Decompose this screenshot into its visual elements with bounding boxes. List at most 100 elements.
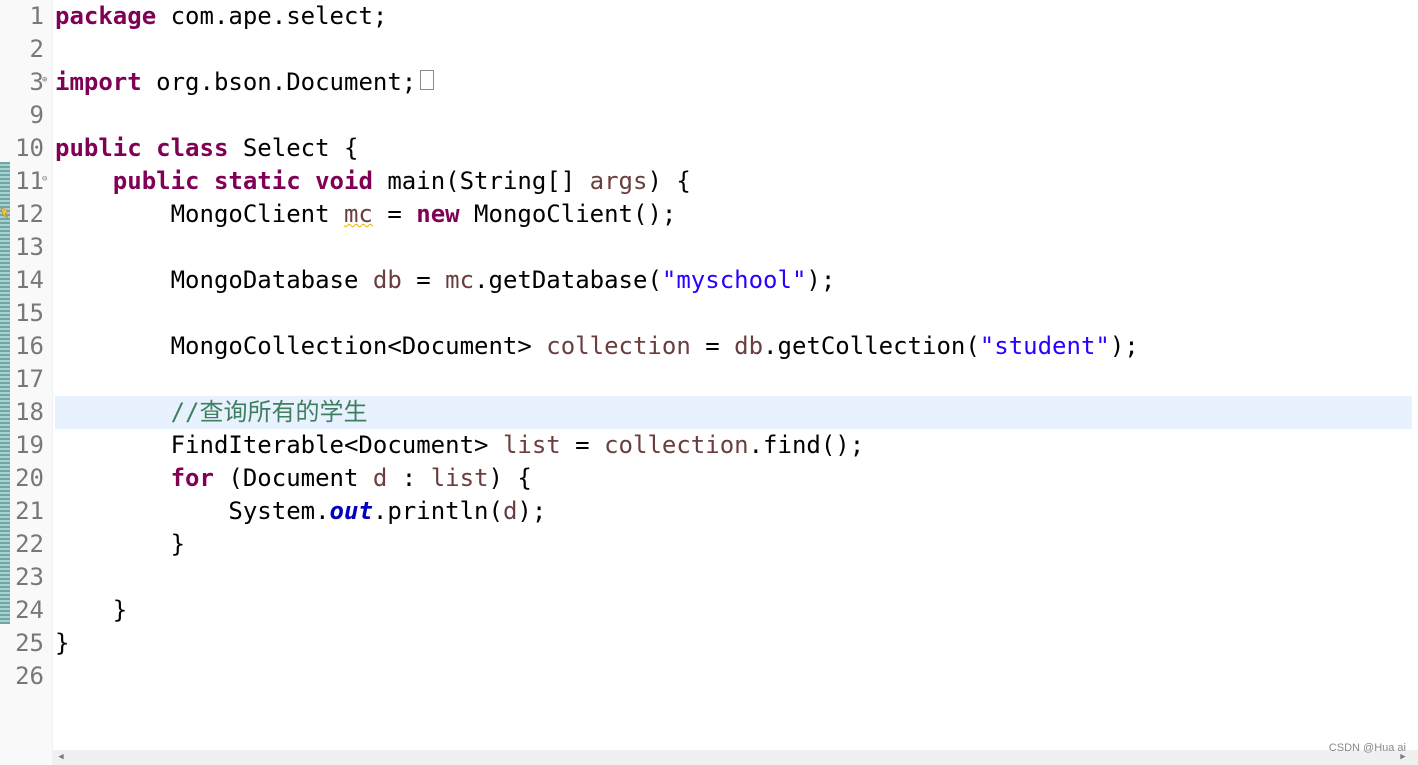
line-number: 3 (29, 68, 44, 96)
variable-token: d (372, 464, 388, 492)
code-line[interactable]: 24 } (0, 594, 1412, 627)
line-number: 9 (29, 101, 44, 129)
line-number: 19 (15, 431, 44, 459)
plain-token: = (560, 431, 605, 459)
code-line[interactable]: 16 MongoCollection<Document> collection … (0, 330, 1412, 363)
plain-token: ); (517, 497, 547, 525)
comment-token: //查询所有的学生 (170, 398, 368, 426)
line-code[interactable]: MongoClient mc = new MongoClient(); (55, 198, 677, 231)
variable-token: collection (546, 332, 691, 360)
line-code[interactable]: } (55, 528, 185, 561)
variable-token: d (502, 497, 518, 525)
line-code[interactable]: } (55, 594, 127, 627)
code-line[interactable]: 12 MongoClient mc = new MongoClient(); (0, 198, 1412, 231)
plain-token: = (372, 200, 417, 228)
variable-token: mc (445, 266, 475, 294)
line-number: 23 (15, 563, 44, 591)
code-line[interactable]: 15 (0, 297, 1412, 330)
line-code[interactable]: import org.bson.Document; (55, 66, 435, 99)
current-code-line[interactable]: 18 //查询所有的学生 (0, 396, 1412, 429)
line-code[interactable]: System.out.println(d); (55, 495, 546, 528)
plain-token: } (112, 596, 128, 624)
keyword-token: package (55, 2, 157, 30)
plain-token: .println( (372, 497, 503, 525)
line-code[interactable]: //查询所有的学生 (55, 396, 368, 429)
watermark: CSDN @Hua ai (1328, 742, 1406, 754)
plain-token: org.bson.Document; (141, 68, 417, 96)
plain-token: MongoClient (170, 200, 344, 228)
line-number: 16 (15, 332, 44, 360)
code-line[interactable]: 13 (0, 231, 1412, 264)
variable-token: list (430, 464, 489, 492)
plain-token: .getCollection( (763, 332, 980, 360)
variable-token: list (502, 431, 561, 459)
plain-token: } (170, 530, 186, 558)
string-token: "myschool" (661, 266, 807, 294)
code-line[interactable]: 1 package com.ape.select; (0, 0, 1412, 33)
field-token: out (329, 497, 373, 525)
scroll-left-icon[interactable]: ◀ (54, 752, 68, 763)
code-line[interactable]: 2 (0, 33, 1412, 66)
plain-token: ) { (488, 464, 532, 492)
line-number: 26 (15, 662, 44, 690)
variable-token: args (589, 167, 648, 195)
string-token: "student" (979, 332, 1110, 360)
line-code[interactable]: package com.ape.select; (55, 0, 387, 33)
plain-token: ); (806, 266, 836, 294)
variable-token: db (372, 266, 402, 294)
line-code[interactable]: } (55, 627, 69, 660)
keyword-token: import (55, 68, 142, 96)
code-editor[interactable]: 1 package com.ape.select; 2 3 ⊕ import o… (0, 0, 1412, 750)
line-code[interactable]: for (Document d : list) { (55, 462, 532, 495)
line-number: 12 (15, 200, 44, 228)
code-line[interactable]: 20 for (Document d : list) { (0, 462, 1412, 495)
code-line[interactable]: 22 } (0, 528, 1412, 561)
plain-token: ); (1109, 332, 1139, 360)
collapsed-imports-icon[interactable] (420, 70, 435, 90)
code-line[interactable]: 23 (0, 561, 1412, 594)
keyword-token: void (315, 167, 373, 195)
fold-expand-icon[interactable]: ⊕ (42, 76, 51, 85)
line-number: 14 (15, 266, 44, 294)
line-code[interactable]: FindIterable<Document> list = collection… (55, 429, 865, 462)
code-line[interactable]: 19 FindIterable<Document> list = collect… (0, 429, 1412, 462)
plain-token: FindIterable<Document> (170, 431, 503, 459)
plain-token: = (401, 266, 446, 294)
code-line[interactable]: 3 ⊕ import org.bson.Document; (0, 66, 1412, 99)
plain-token: System. (228, 497, 330, 525)
plain-token: .getDatabase( (474, 266, 662, 294)
line-number: 20 (15, 464, 44, 492)
code-line[interactable]: 9 (0, 99, 1412, 132)
plain-token: .find(); (748, 431, 865, 459)
line-number: 1 (29, 2, 44, 30)
plain-token: MongoClient(); (459, 200, 677, 228)
line-number: 13 (15, 233, 44, 261)
fold-collapse-icon[interactable]: ⊖ (42, 175, 51, 184)
plain-token: com.ape.select; (156, 2, 388, 30)
keyword-token: static (213, 167, 301, 195)
code-line[interactable]: 14 MongoDatabase db = mc.getDatabase("my… (0, 264, 1412, 297)
code-line[interactable]: 10 public class Select { (0, 132, 1412, 165)
line-number: 2 (29, 35, 44, 63)
code-line[interactable]: 26 (0, 660, 1412, 693)
line-number: 21 (15, 497, 44, 525)
line-code[interactable]: public class Select { (55, 132, 358, 165)
plain-token: (Document (213, 464, 373, 492)
line-code[interactable]: MongoCollection<Document> collection = d… (55, 330, 1139, 363)
line-code[interactable]: MongoDatabase db = mc.getDatabase("mysch… (55, 264, 836, 297)
code-line[interactable]: 11 ⊖ public static void main(String[] ar… (0, 165, 1412, 198)
keyword-token: public (112, 167, 200, 195)
plain-token: ) { (647, 167, 691, 195)
line-number: 11 (15, 167, 44, 195)
line-code[interactable]: public static void main(String[] args) { (55, 165, 691, 198)
code-line[interactable]: 17 (0, 363, 1412, 396)
line-number: 10 (15, 134, 44, 162)
code-line[interactable]: 21 System.out.println(d); (0, 495, 1412, 528)
line-number: 18 (15, 398, 44, 426)
code-line[interactable]: 25 } (0, 627, 1412, 660)
line-number: 22 (15, 530, 44, 558)
horizontal-scrollbar[interactable]: ◀ ▶ (52, 750, 1418, 765)
keyword-token: public (55, 134, 142, 162)
plain-token: MongoCollection<Document> (170, 332, 547, 360)
line-number: 15 (15, 299, 44, 327)
